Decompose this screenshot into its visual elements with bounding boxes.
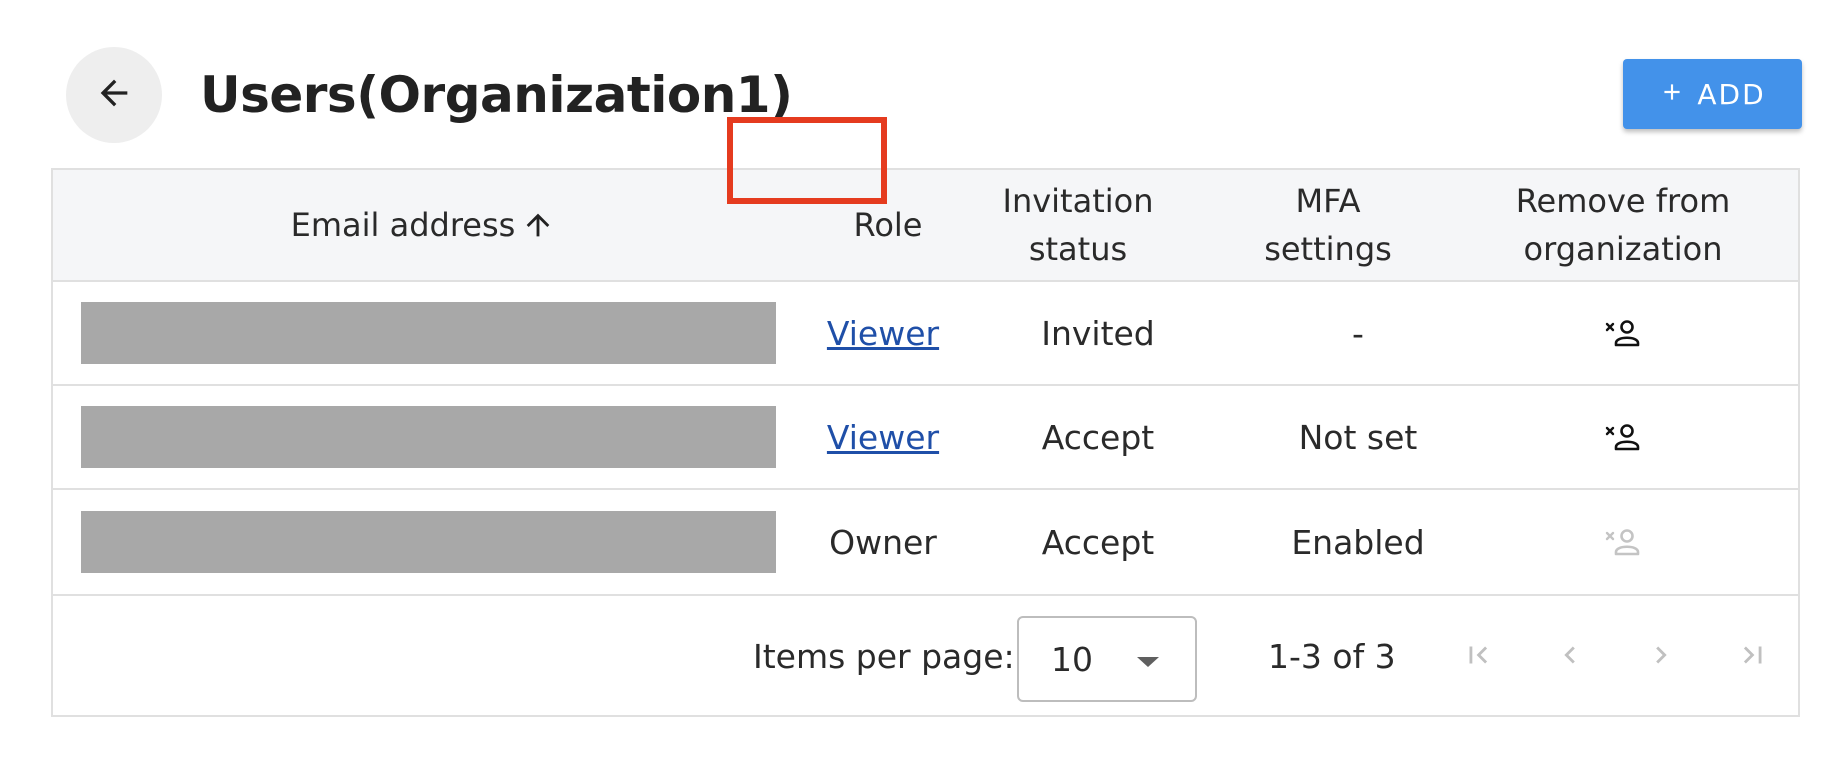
back-button[interactable]: [66, 47, 162, 143]
next-page-button[interactable]: [1636, 632, 1686, 682]
mfa-cell: -: [1352, 313, 1364, 353]
column-header-email[interactable]: Email address: [53, 170, 793, 280]
table-row: Owner Accept Enabled: [53, 490, 1798, 596]
invitation-status-cell: Accept: [1041, 522, 1155, 562]
first-page-icon: [1461, 638, 1495, 676]
remove-user-icon-disabled: [1605, 527, 1641, 557]
table-row: Viewer Invited -: [53, 282, 1798, 386]
column-header-mfa-settings: MFA settings: [1264, 182, 1392, 268]
remove-cell: [1523, 282, 1723, 384]
items-per-page-label: Items per page:: [753, 637, 1015, 676]
page-title: Users(Organization1): [200, 66, 793, 124]
arrow-up-icon[interactable]: [521, 208, 555, 242]
table-row: Viewer Accept Not set: [53, 386, 1798, 490]
column-header-invitation-status: Invitation status: [1002, 182, 1154, 268]
add-button-label: ADD: [1697, 77, 1766, 111]
column-header-email-label: Email address: [290, 206, 516, 244]
arrow-left-icon: [94, 73, 134, 117]
remove-cell: [1523, 490, 1723, 594]
email-cell: [81, 490, 776, 594]
mfa-cell: Enabled: [1291, 522, 1425, 562]
remove-user-icon[interactable]: [1605, 422, 1641, 452]
invitation-status-cell: Accept: [1041, 417, 1155, 457]
previous-page-icon: [1553, 638, 1587, 676]
pagination-range: 1-3 of 3: [1268, 637, 1396, 676]
remove-cell: [1523, 386, 1723, 488]
remove-user-icon[interactable]: [1605, 318, 1641, 348]
table-header: Email address Role Invitation status MFA…: [53, 170, 1798, 282]
redacted-email: [81, 302, 776, 364]
pagination: Items per page: 10 1-3 of 3: [53, 596, 1798, 717]
previous-page-button[interactable]: [1545, 632, 1595, 682]
role-cell: Viewer: [783, 386, 983, 488]
items-per-page-value: 10: [1051, 640, 1093, 679]
role-link-viewer[interactable]: Viewer: [827, 314, 939, 353]
invitation-status-cell: Invited: [1041, 313, 1155, 353]
column-header-role: Role: [853, 206, 923, 244]
column-header-remove: Remove from organization: [1515, 182, 1731, 268]
email-cell: [81, 386, 776, 488]
last-page-icon: [1736, 638, 1770, 676]
mfa-cell: Not set: [1298, 417, 1418, 457]
role-cell: Viewer: [783, 282, 983, 384]
next-page-icon: [1644, 638, 1678, 676]
redacted-email: [81, 406, 776, 468]
redacted-email: [81, 511, 776, 573]
items-per-page-select[interactable]: 10: [1017, 616, 1197, 702]
plus-icon: [1659, 79, 1685, 109]
add-user-button[interactable]: ADD: [1623, 59, 1802, 129]
role-cell: Owner: [829, 522, 937, 562]
last-page-button[interactable]: [1728, 632, 1778, 682]
email-cell: [81, 282, 776, 384]
first-page-button[interactable]: [1453, 632, 1503, 682]
chevron-down-icon: [1137, 657, 1159, 667]
users-table: Email address Role Invitation status MFA…: [51, 168, 1800, 717]
role-link-viewer[interactable]: Viewer: [827, 418, 939, 457]
